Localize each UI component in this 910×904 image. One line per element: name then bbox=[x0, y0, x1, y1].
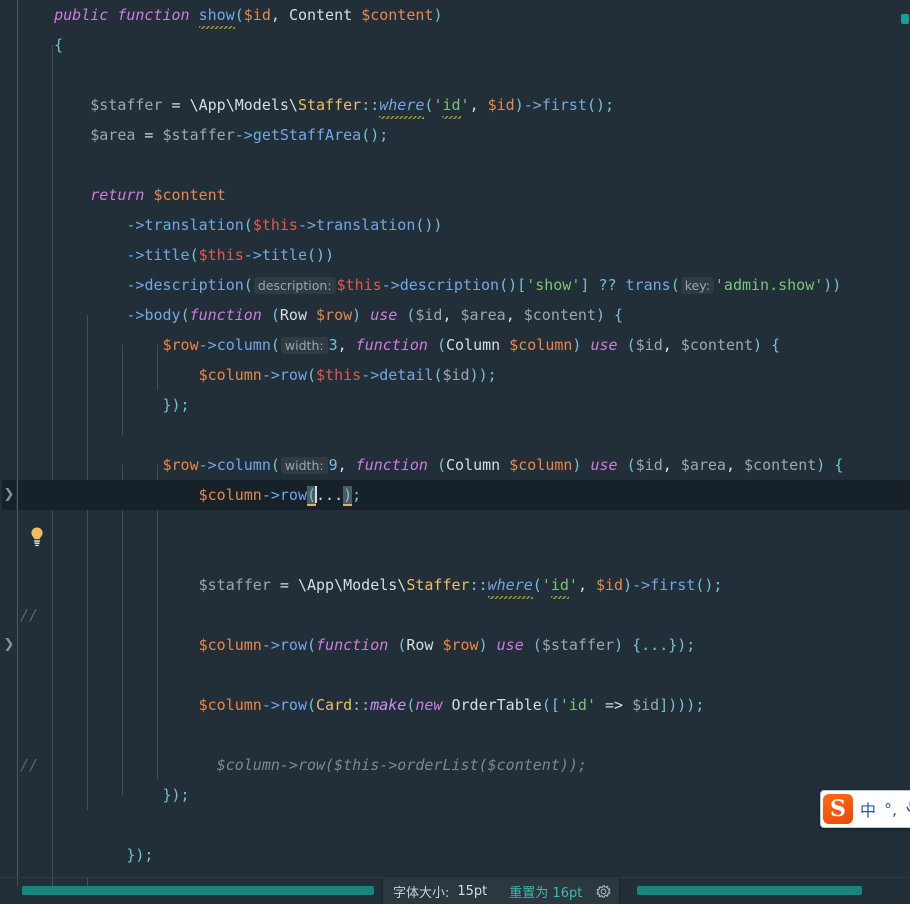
scroll-area-divider bbox=[87, 878, 88, 886]
inline-hint-width: width: bbox=[280, 337, 328, 354]
code-line[interactable]: }); bbox=[0, 840, 910, 870]
sogou-input-method-bar[interactable]: S 中 °, bbox=[820, 790, 910, 828]
code-line[interactable]: $column->row($this->detail($id)); bbox=[0, 360, 910, 390]
code-line[interactable]: public function show($id, Content $conte… bbox=[0, 0, 910, 30]
gutter-comment-marker: // bbox=[20, 606, 39, 624]
font-size-reset-link[interactable]: 重置为 16pt bbox=[509, 882, 582, 901]
vertical-scrollbar-thumb[interactable] bbox=[901, 14, 909, 24]
horizontal-scrollbar-thumb-right[interactable] bbox=[637, 886, 862, 895]
font-size-popup: 字体大小: 15pt 重置为 16pt bbox=[383, 878, 620, 904]
code-line[interactable]: }); bbox=[0, 780, 910, 810]
code-line[interactable]: $area = $staffer->getStaffArea(); bbox=[0, 120, 910, 150]
code-line[interactable]: ->description(description: $this->descrip… bbox=[0, 270, 910, 300]
editor-gutter[interactable] bbox=[0, 0, 17, 878]
code-line[interactable] bbox=[0, 720, 910, 750]
scroll-area-divider bbox=[17, 878, 18, 886]
code-line[interactable]: $column->row(function (Row $row) use ($s… bbox=[0, 630, 910, 660]
code-line[interactable] bbox=[0, 150, 910, 180]
ime-punctuation-toggle[interactable]: °, bbox=[880, 800, 901, 819]
code-line[interactable]: }); bbox=[0, 390, 910, 420]
code-line[interactable] bbox=[0, 420, 910, 450]
gutter-divider bbox=[17, 0, 18, 878]
code-line[interactable] bbox=[0, 510, 910, 540]
gear-icon[interactable] bbox=[596, 884, 611, 899]
font-size-value: 15pt bbox=[457, 883, 488, 899]
code-line[interactable]: $row->column(width: 3, function (Column $… bbox=[0, 330, 910, 360]
inline-hint-width: width: bbox=[280, 457, 328, 474]
intention-bulb-icon[interactable] bbox=[28, 525, 46, 555]
code-line[interactable]: $staffer = \App\Models\Staffer::where('i… bbox=[0, 570, 910, 600]
sogou-logo-icon[interactable]: S bbox=[823, 794, 853, 824]
code-line[interactable]: return $content bbox=[0, 180, 910, 210]
code-content[interactable]: public function show($id, Content $conte… bbox=[0, 0, 910, 878]
code-line[interactable]: $staffer = \App\Models\Staffer::where('i… bbox=[0, 90, 910, 120]
editor-window: public function show($id, Content $conte… bbox=[0, 0, 910, 904]
scroll-area-divider bbox=[52, 878, 53, 886]
code-line[interactable] bbox=[0, 660, 910, 690]
code-line[interactable]: $row->column(width: 9, function (Column $… bbox=[0, 450, 910, 480]
fold-chevron-line-17[interactable]: ❯ bbox=[2, 480, 16, 510]
code-line[interactable]: ->title($this->title()) bbox=[0, 240, 910, 270]
code-line-current[interactable]: $column->row(...); bbox=[0, 480, 910, 510]
code-line[interactable]: { bbox=[0, 30, 910, 60]
ime-voice-input-icon[interactable] bbox=[901, 798, 910, 820]
code-line-comment[interactable]: $column->row($this->orderList($content))… bbox=[0, 750, 910, 780]
code-line[interactable] bbox=[0, 810, 910, 840]
fold-chevron-line-22[interactable]: ❯ bbox=[2, 630, 16, 660]
code-line[interactable]: ->body(function (Row $row) use ($id, $ar… bbox=[0, 300, 910, 330]
inline-hint-description: description: bbox=[253, 277, 336, 294]
code-line[interactable] bbox=[0, 600, 910, 630]
gear-glyph bbox=[596, 884, 611, 898]
inline-hint-key: key: bbox=[680, 277, 714, 294]
font-size-label: 字体大小: bbox=[393, 885, 450, 901]
code-editor[interactable]: public function show($id, Content $conte… bbox=[0, 0, 910, 878]
code-line[interactable]: ->translation($this->translation()) bbox=[0, 210, 910, 240]
code-line[interactable] bbox=[0, 540, 910, 570]
code-line[interactable]: $column->row(Card::make(new OrderTable([… bbox=[0, 690, 910, 720]
lightbulb-icon bbox=[31, 527, 43, 547]
code-line[interactable] bbox=[0, 60, 910, 90]
vertical-scrollbar-track[interactable] bbox=[900, 0, 910, 878]
microphone-icon bbox=[906, 800, 910, 812]
ime-language-toggle[interactable]: 中 bbox=[856, 797, 880, 821]
matching-bracket-close: ) bbox=[343, 486, 353, 506]
horizontal-scrollbar-thumb-left[interactable] bbox=[22, 886, 374, 895]
gutter-comment-marker: // bbox=[20, 756, 39, 774]
